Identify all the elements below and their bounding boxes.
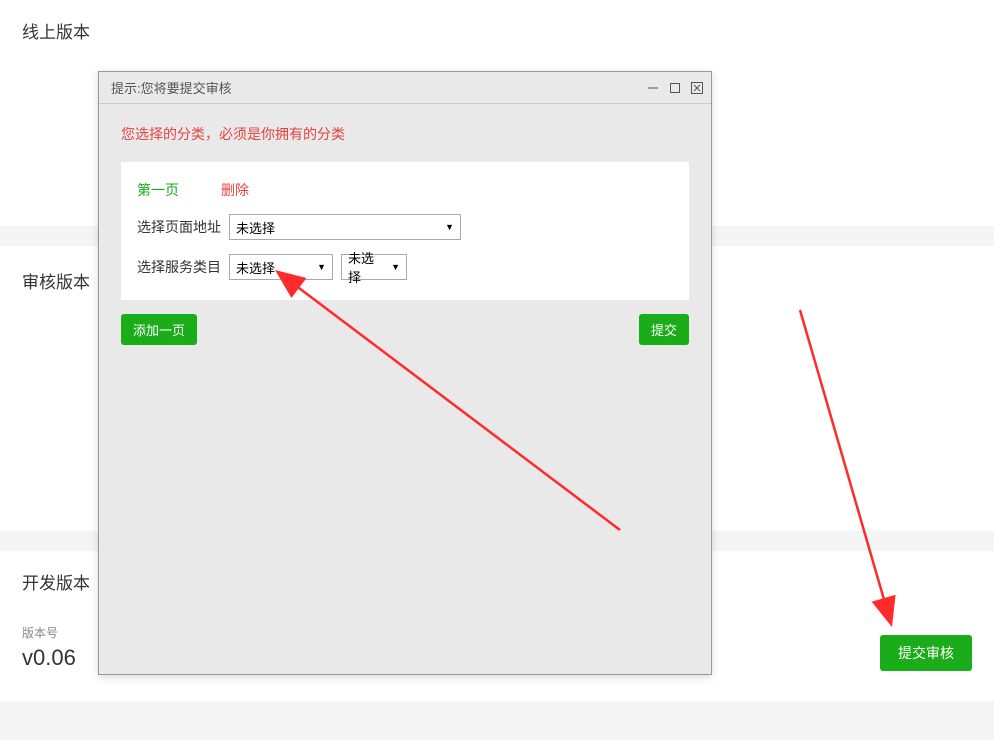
dialog-titlebar: 提示:您将要提交审核: [99, 72, 711, 104]
submit-review-button[interactable]: 提交审核: [880, 635, 972, 671]
page-address-row: 选择页面地址 未选择 ▼: [137, 214, 673, 240]
chevron-down-icon: ▼: [445, 222, 454, 232]
submit-review-dialog: 提示:您将要提交审核 您选择的分类，必须是你拥有的分类 第一页 删除: [98, 71, 712, 675]
chevron-down-icon: ▼: [317, 262, 326, 272]
minimize-icon[interactable]: [645, 81, 661, 95]
form-card: 第一页 删除 选择页面地址 未选择 ▼ 选择服务类目 未选择 ▼ 未选择 ▼: [121, 162, 689, 300]
page-number-label: 第一页: [137, 180, 179, 200]
window-controls: [645, 81, 705, 95]
service-category-label: 选择服务类目: [137, 257, 229, 277]
close-icon[interactable]: [689, 81, 705, 95]
service-category-select-1-value: 未选择: [236, 258, 275, 277]
page-address-select[interactable]: 未选择 ▼: [229, 214, 461, 240]
delete-page-link[interactable]: 删除: [221, 180, 249, 200]
category-warning-text: 您选择的分类，必须是你拥有的分类: [121, 124, 689, 144]
version-number: v0.06: [22, 645, 76, 671]
dialog-title-text: 提示:您将要提交审核: [111, 78, 232, 97]
page-address-select-value: 未选择: [236, 218, 275, 237]
chevron-down-icon: ▼: [391, 262, 400, 272]
service-category-select-2[interactable]: 未选择 ▼: [341, 254, 407, 280]
version-block: 版本号 v0.06: [22, 624, 76, 671]
add-page-button[interactable]: 添加一页: [121, 314, 197, 345]
page-address-label: 选择页面地址: [137, 217, 229, 237]
service-category-row: 选择服务类目 未选择 ▼ 未选择 ▼: [137, 254, 673, 280]
dialog-action-row: 添加一页 提交: [121, 314, 689, 345]
service-category-select-1[interactable]: 未选择 ▼: [229, 254, 333, 280]
dialog-body: 您选择的分类，必须是你拥有的分类 第一页 删除 选择页面地址 未选择 ▼ 选择服…: [99, 104, 711, 365]
version-caption: 版本号: [22, 624, 76, 641]
service-category-select-2-value: 未选择: [348, 248, 385, 286]
maximize-icon[interactable]: [667, 81, 683, 95]
submit-button[interactable]: 提交: [639, 314, 689, 345]
online-version-title: 线上版本: [22, 18, 972, 43]
form-header: 第一页 删除: [137, 180, 673, 200]
